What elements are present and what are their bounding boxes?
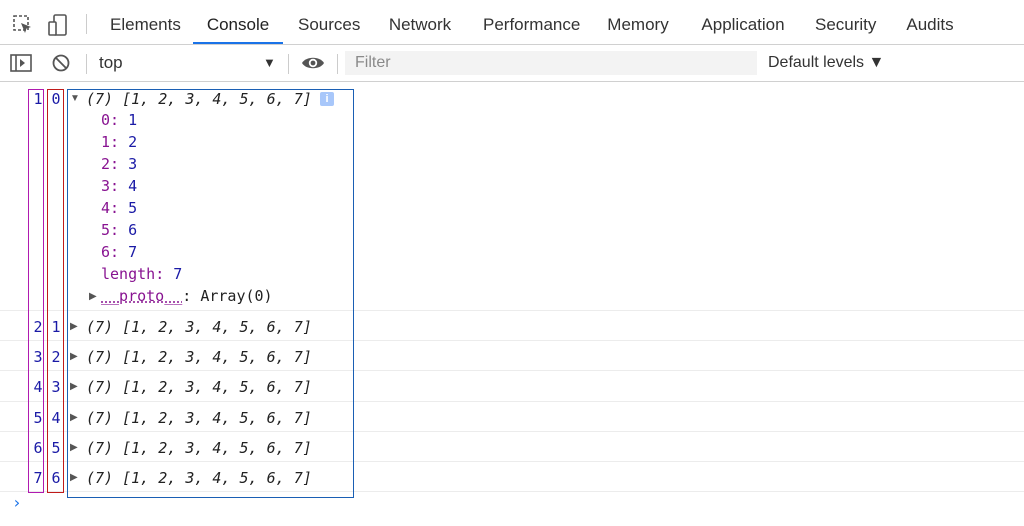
array-property: 5: 6	[101, 221, 138, 239]
tab-memory[interactable]: Memory	[606, 6, 670, 44]
line-number: 2	[33, 318, 43, 336]
context-dropdown-icon[interactable]: ▼	[263, 45, 276, 81]
index-number: 0	[51, 90, 61, 108]
property-value: 2	[128, 133, 138, 151]
collapse-triangle-icon[interactable]: ▼	[70, 93, 80, 104]
tab-separator	[86, 14, 87, 34]
console-toolbar: top ▼ Default levels ▼	[0, 45, 1024, 82]
sidebar-toggle-icon[interactable]	[10, 53, 32, 73]
property-key: 0	[101, 111, 111, 129]
expand-triangle-icon[interactable]: ▶	[70, 442, 78, 453]
tab-security[interactable]: Security	[815, 6, 876, 44]
array-property: 2: 3	[101, 155, 138, 173]
line-number-highlight-box	[28, 89, 44, 493]
property-key: 6	[101, 243, 111, 261]
devtools-tab-bar: Elements Console Sources Network Perform…	[0, 6, 1024, 45]
prompt-chevron-icon[interactable]: ›	[12, 493, 22, 512]
array-summary[interactable]: (7) [1, 2, 3, 4, 5, 6, 7]	[86, 90, 312, 108]
tab-audits[interactable]: Audits	[906, 6, 954, 44]
clear-console-icon[interactable]	[51, 53, 71, 73]
array-property: 0: 1	[101, 111, 138, 129]
property-key: 2	[101, 155, 111, 173]
property-value: 5	[128, 199, 138, 217]
tab-performance[interactable]: Performance	[483, 6, 580, 44]
array-summary[interactable]: (7) [1, 2, 3, 4, 5, 6, 7]	[86, 318, 312, 336]
property-key: 3	[101, 177, 111, 195]
expand-triangle-icon[interactable]: ▶	[70, 321, 78, 332]
expand-triangle-icon[interactable]: ▶	[89, 291, 97, 302]
toolbar-separator	[337, 54, 338, 74]
device-toolbar-icon[interactable]	[47, 14, 69, 36]
property-key: length	[101, 265, 156, 283]
property-value: 6	[128, 221, 138, 239]
property-value: 3	[128, 155, 138, 173]
line-number: 1	[33, 90, 43, 108]
index-highlight-box	[47, 89, 64, 493]
info-icon[interactable]: i	[320, 92, 334, 106]
array-length-property: length: 7	[101, 265, 183, 283]
array-property: 1: 2	[101, 133, 138, 151]
tab-application[interactable]: Application	[700, 6, 786, 44]
index-number: 5	[51, 439, 61, 457]
inspect-element-icon[interactable]	[12, 14, 34, 36]
line-number: 6	[33, 439, 43, 457]
property-key: 1	[101, 133, 111, 151]
proto-value: Array(0)	[200, 287, 273, 305]
toolbar-separator	[86, 54, 87, 74]
property-value: 7	[128, 243, 138, 261]
expand-triangle-icon[interactable]: ▶	[70, 351, 78, 362]
tab-elements[interactable]: Elements	[110, 6, 181, 44]
array-summary[interactable]: (7) [1, 2, 3, 4, 5, 6, 7]	[86, 409, 312, 427]
property-key: 5	[101, 221, 111, 239]
proto-key: __proto__	[101, 287, 183, 305]
array-property: 3: 4	[101, 177, 138, 195]
filter-input[interactable]	[345, 51, 757, 75]
array-summary[interactable]: (7) [1, 2, 3, 4, 5, 6, 7]	[86, 439, 312, 457]
line-number: 3	[33, 348, 43, 366]
array-summary[interactable]: (7) [1, 2, 3, 4, 5, 6, 7]	[86, 378, 312, 396]
index-number: 2	[51, 348, 61, 366]
toolbar-separator	[288, 54, 289, 74]
index-number: 4	[51, 409, 61, 427]
array-summary[interactable]: (7) [1, 2, 3, 4, 5, 6, 7]	[86, 348, 312, 366]
array-summary[interactable]: (7) [1, 2, 3, 4, 5, 6, 7]	[86, 469, 312, 487]
expand-triangle-icon[interactable]: ▶	[70, 412, 78, 423]
line-number: 4	[33, 378, 43, 396]
line-number: 5	[33, 409, 43, 427]
array-property: 4: 5	[101, 199, 138, 217]
tab-console[interactable]: Console	[193, 6, 283, 44]
log-levels-dropdown[interactable]: Default levels ▼	[768, 45, 884, 81]
context-select[interactable]: top	[99, 45, 123, 81]
property-value: 4	[128, 177, 138, 195]
property-value: 7	[173, 265, 183, 283]
line-number: 7	[33, 469, 43, 487]
proto-property[interactable]: __proto__: Array(0)	[101, 287, 273, 305]
property-key: 4	[101, 199, 111, 217]
eye-icon[interactable]	[301, 54, 325, 72]
array-property: 6: 7	[101, 243, 138, 261]
property-value: 1	[128, 111, 138, 129]
index-number: 6	[51, 469, 61, 487]
tab-sources[interactable]: Sources	[298, 6, 360, 44]
index-number: 3	[51, 378, 61, 396]
expand-triangle-icon[interactable]: ▶	[70, 381, 78, 392]
tab-network[interactable]: Network	[388, 6, 452, 44]
index-number: 1	[51, 318, 61, 336]
expand-triangle-icon[interactable]: ▶	[70, 472, 78, 483]
